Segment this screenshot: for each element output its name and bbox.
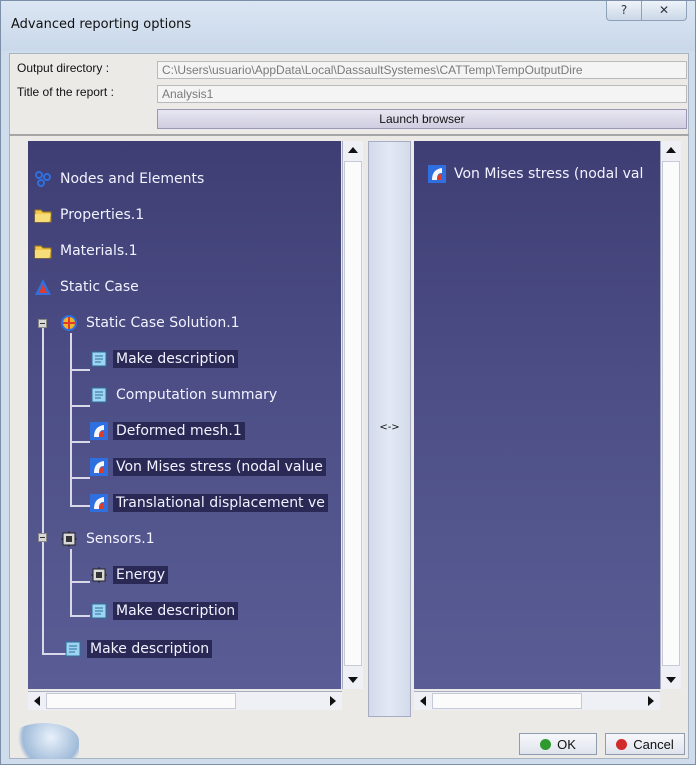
tree-line — [70, 505, 90, 507]
tree-item-label: Properties.1 — [60, 207, 145, 223]
tree-item-label: Sensors.1 — [86, 531, 155, 547]
scroll-right-arrow-icon[interactable] — [648, 696, 654, 706]
tree-line — [70, 477, 90, 479]
dialog-title: Advanced reporting options — [11, 17, 192, 32]
left-vertical-scrollbar[interactable] — [342, 141, 363, 689]
tree-item-sensors-make-description[interactable]: Make description — [90, 600, 239, 622]
tree-item-label: Make description — [113, 350, 239, 368]
tree-line — [70, 441, 90, 443]
description-icon — [90, 602, 108, 620]
tree-line — [70, 369, 90, 371]
tree-item-label: Make description — [113, 602, 239, 620]
tree-item-label: Computation summary — [116, 387, 278, 403]
tree-item-computation-summary[interactable]: Computation summary — [90, 384, 280, 406]
tree-item-label: Make description — [87, 640, 213, 658]
swap-label: <-> — [379, 422, 400, 433]
available-items-pane[interactable]: Nodes and Elements Properties.1 Material… — [28, 141, 341, 689]
collapse-sensors-toggle[interactable] — [38, 533, 47, 542]
tree-item-label: Static Case — [60, 279, 139, 295]
report-title-label: Title of the report : — [17, 85, 114, 99]
tree-item-von-mises-stress[interactable]: Von Mises stress (nodal value — [90, 456, 326, 478]
scroll-up-arrow-icon[interactable] — [666, 147, 676, 153]
tree-item-properties[interactable]: Properties.1 — [34, 204, 147, 226]
cancel-button[interactable]: Cancel — [605, 733, 685, 755]
tree-line — [70, 615, 90, 617]
tree-item-energy[interactable]: Energy — [90, 564, 169, 586]
tree-line — [70, 405, 90, 407]
collapse-solution-toggle[interactable] — [38, 319, 47, 328]
scroll-thumb[interactable] — [344, 161, 362, 666]
tree-line — [70, 333, 72, 505]
image-icon — [90, 458, 108, 476]
report-title-field[interactable]: Analysis1 — [157, 85, 687, 103]
tree-item-static-case-solution[interactable]: Static Case Solution.1 — [60, 312, 243, 334]
dialog-window: Advanced reporting options ? ✕ Output di… — [0, 0, 696, 765]
output-directory-field[interactable]: C:\Users\usuario\AppData\Local\DassaultS… — [157, 61, 687, 79]
scroll-thumb[interactable] — [432, 693, 582, 709]
scroll-right-arrow-icon[interactable] — [330, 696, 336, 706]
folder-icon — [34, 206, 52, 224]
app-logo — [9, 723, 79, 759]
separator — [9, 134, 689, 136]
right-vertical-scrollbar[interactable] — [660, 141, 681, 689]
description-icon — [64, 640, 82, 658]
tree-line — [70, 549, 72, 617]
description-icon — [90, 350, 108, 368]
launch-browser-button[interactable]: Launch browser — [157, 109, 687, 129]
swap-items-button[interactable]: <-> — [368, 141, 411, 717]
tree-line — [42, 653, 66, 655]
tree-item-label: Energy — [113, 566, 169, 584]
selected-items-pane[interactable]: Von Mises stress (nodal val — [414, 141, 660, 689]
scroll-thumb[interactable] — [662, 161, 680, 666]
solution-icon — [60, 314, 78, 332]
tree-item-label: Static Case Solution.1 — [86, 315, 240, 331]
ok-label: OK — [557, 736, 576, 752]
tree-item-label: Translational displacement ve — [113, 494, 328, 512]
tree-item-sensors[interactable]: Sensors.1 — [60, 528, 158, 550]
cancel-label: Cancel — [633, 736, 674, 752]
nodes-icon — [34, 170, 52, 188]
scroll-up-arrow-icon[interactable] — [348, 147, 358, 153]
help-button[interactable]: ? — [606, 1, 642, 21]
tree-item-nodes-and-elements[interactable]: Nodes and Elements — [34, 168, 207, 190]
ok-icon — [540, 738, 552, 750]
tree-item-translational-displacement[interactable]: Translational displacement ve — [90, 492, 328, 514]
right-horizontal-scrollbar[interactable] — [414, 691, 660, 710]
scroll-left-arrow-icon[interactable] — [34, 696, 40, 706]
selected-item-von-mises-stress[interactable]: Von Mises stress (nodal val — [428, 163, 646, 185]
tree-item-label: Materials.1 — [60, 243, 138, 259]
image-icon — [90, 494, 108, 512]
cancel-icon — [616, 738, 628, 750]
tree-item-make-description[interactable]: Make description — [90, 348, 239, 370]
sensor-icon — [90, 566, 108, 584]
description-icon — [90, 386, 108, 404]
scroll-down-arrow-icon[interactable] — [666, 677, 676, 683]
scroll-down-arrow-icon[interactable] — [348, 677, 358, 683]
image-icon — [428, 165, 446, 183]
tree-item-deformed-mesh[interactable]: Deformed mesh.1 — [90, 420, 245, 442]
image-icon — [90, 422, 108, 440]
tree-item-label: Von Mises stress (nodal value — [113, 458, 326, 476]
close-button[interactable]: ✕ — [641, 1, 687, 21]
static-case-icon — [34, 278, 52, 296]
sensor-icon — [60, 530, 78, 548]
tree-item-materials[interactable]: Materials.1 — [34, 240, 141, 262]
left-horizontal-scrollbar[interactable] — [28, 691, 342, 710]
output-directory-label: Output directory : — [17, 61, 110, 75]
title-bar: Advanced reporting options ? ✕ — [1, 1, 695, 51]
scroll-thumb[interactable] — [46, 693, 236, 709]
tree-item-label: Nodes and Elements — [60, 171, 205, 187]
tree-item-root-make-description[interactable]: Make description — [64, 638, 213, 660]
folder-icon — [34, 242, 52, 260]
tree-line — [70, 581, 90, 583]
tree-item-label: Deformed mesh.1 — [113, 422, 245, 440]
tree-line — [42, 327, 44, 655]
tree-item-static-case[interactable]: Static Case — [34, 276, 142, 298]
selected-item-label: Von Mises stress (nodal val — [454, 166, 644, 182]
scroll-left-arrow-icon[interactable] — [420, 696, 426, 706]
ok-button[interactable]: OK — [519, 733, 597, 755]
